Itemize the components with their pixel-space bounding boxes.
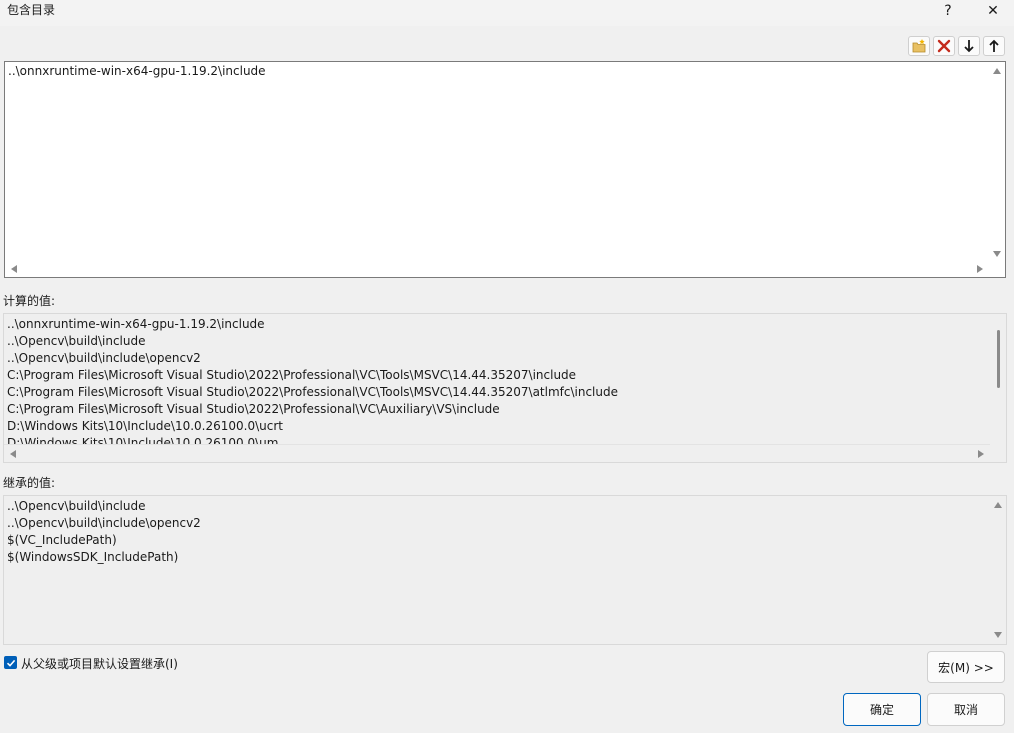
inherited-line: ..\Opencv\build\include\opencv2	[7, 516, 201, 530]
vertical-scrollbar[interactable]	[990, 496, 1006, 644]
evaluated-line: D:\Windows Kits\10\Include\10.0.26100.0\…	[7, 436, 279, 444]
move-down-button[interactable]	[958, 36, 980, 56]
window-title: 包含目录	[7, 3, 56, 17]
inherited-value-label: 继承的值:	[3, 476, 56, 490]
new-folder-icon	[912, 39, 926, 53]
scroll-left-icon[interactable]	[10, 450, 16, 458]
scroll-down-icon[interactable]	[994, 632, 1002, 638]
vertical-scrollbar[interactable]	[990, 314, 1006, 444]
evaluated-value-label: 计算的值:	[3, 294, 56, 308]
arrow-up-icon	[989, 39, 999, 52]
arrow-down-icon	[964, 40, 974, 53]
close-button[interactable]: ✕	[973, 0, 1013, 22]
evaluated-line: ..\onnxruntime-win-x64-gpu-1.19.2\includ…	[7, 317, 265, 331]
scroll-left-icon[interactable]	[11, 265, 17, 273]
delete-x-icon	[937, 39, 951, 53]
scroll-up-icon[interactable]	[993, 68, 1001, 74]
evaluated-line: C:\Program Files\Microsoft Visual Studio…	[7, 402, 500, 416]
scroll-right-icon[interactable]	[977, 265, 983, 273]
evaluated-line: ..\Opencv\build\include	[7, 334, 146, 348]
new-line-button[interactable]	[908, 36, 930, 56]
editor-line[interactable]: ..\onnxruntime-win-x64-gpu-1.19.2\includ…	[8, 63, 987, 80]
include-dirs-editor[interactable]: ..\onnxruntime-win-x64-gpu-1.19.2\includ…	[4, 61, 1006, 278]
inherited-line: $(VC_IncludePath)	[7, 533, 117, 547]
macros-button[interactable]: 宏(M) >>	[927, 651, 1005, 683]
help-button[interactable]: ?	[928, 0, 968, 22]
delete-line-button[interactable]	[933, 36, 955, 56]
scroll-up-icon[interactable]	[994, 502, 1002, 508]
inherited-line: ..\Opencv\build\include	[7, 499, 146, 513]
cancel-button[interactable]: 取消	[927, 693, 1005, 726]
checkmark-icon	[6, 659, 15, 667]
vertical-scrollbar[interactable]	[989, 62, 1005, 261]
evaluated-line: C:\Program Files\Microsoft Visual Studio…	[7, 368, 577, 382]
evaluated-line: D:\Windows Kits\10\Include\10.0.26100.0\…	[7, 419, 283, 433]
scrollbar-thumb[interactable]	[997, 330, 1000, 388]
scroll-down-icon[interactable]	[993, 251, 1001, 257]
horizontal-scrollbar[interactable]	[4, 444, 990, 462]
evaluated-line: ..\Opencv\build\include\opencv2	[7, 351, 201, 365]
move-up-button[interactable]	[983, 36, 1005, 56]
inherit-checkbox[interactable]	[4, 656, 17, 669]
inherit-checkbox-label[interactable]: 从父级或项目默认设置继承(I)	[21, 655, 178, 672]
horizontal-scrollbar[interactable]	[5, 261, 989, 277]
ok-button[interactable]: 确定	[843, 693, 921, 726]
evaluated-line: C:\Program Files\Microsoft Visual Studio…	[7, 385, 618, 399]
inherited-value-list: ..\Opencv\build\include ..\Opencv\build\…	[3, 495, 1007, 645]
scroll-right-icon[interactable]	[978, 450, 984, 458]
title-bar: 包含目录 ? ✕	[0, 0, 1014, 26]
inherited-line: $(WindowsSDK_IncludePath)	[7, 550, 179, 564]
evaluated-value-list: ..\onnxruntime-win-x64-gpu-1.19.2\includ…	[3, 313, 1007, 463]
